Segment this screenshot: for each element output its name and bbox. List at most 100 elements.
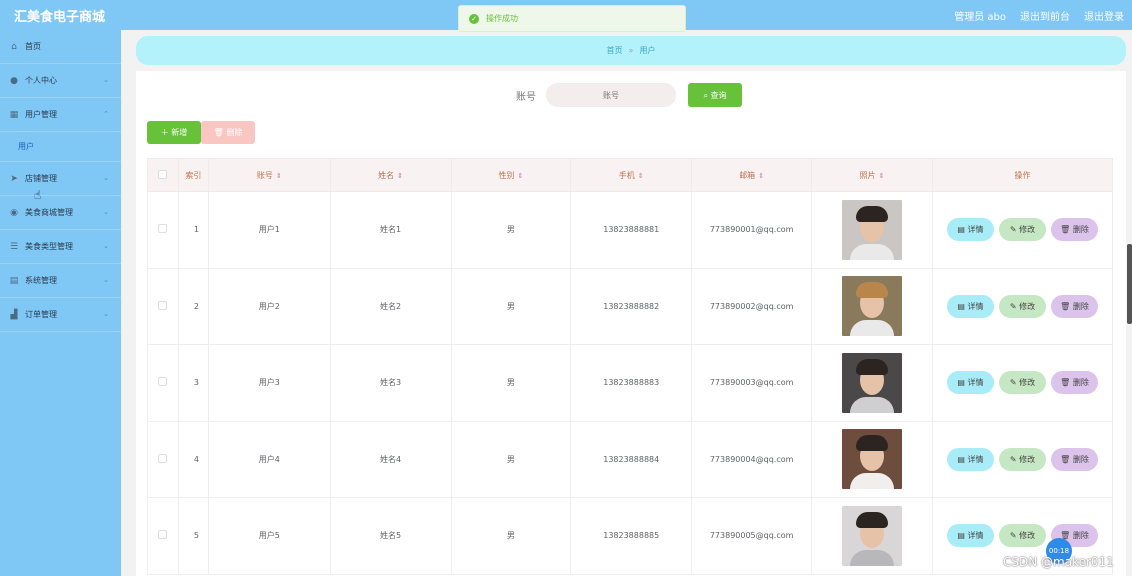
edit-button[interactable]: ✎ 修改: [998, 294, 1046, 318]
edit-button[interactable]: ✎ 修改: [998, 218, 1046, 242]
select-all-cell[interactable]: [147, 158, 179, 192]
sidebar-item-store-management[interactable]: ➤ 店铺管理 ⌄: [0, 162, 121, 196]
user-photo[interactable]: [842, 429, 903, 490]
cell-photo: [811, 191, 933, 269]
edit-button[interactable]: ✎ 修改: [998, 371, 1046, 395]
cell-gender: 男: [450, 420, 572, 498]
watermark: CSDN @maker011: [1003, 555, 1114, 569]
delete-button[interactable]: 🗑 删除: [1050, 294, 1098, 318]
send-icon: ➤: [10, 173, 18, 184]
edit-button[interactable]: ✎ 修改: [998, 524, 1046, 548]
logout-link[interactable]: 退出登录: [1084, 8, 1124, 23]
sort-icon[interactable]: ⇕: [276, 172, 282, 180]
cell-index: 5: [177, 497, 209, 575]
row-checkbox[interactable]: [158, 224, 168, 234]
column-header-account[interactable]: 账号 ⇕: [207, 158, 331, 192]
detail-button[interactable]: ▤ 详情: [946, 294, 994, 318]
sidebar-item-label: 首页: [25, 42, 41, 51]
delete-button[interactable]: 🗑 删除: [1050, 218, 1098, 242]
sidebar-item-food-type-management[interactable]: ☰ 美食类型管理 ⌄: [0, 230, 121, 264]
batch-delete-button[interactable]: 🗑 删除: [201, 121, 255, 144]
cell-account: 用户5: [207, 497, 331, 575]
main-panel: 账号 ⌕ 查询 ＋ 新增 🗑 删除 索引 账号⇕ 姓名⇕ 性别⇕ 手机⇕ 邮箱⇕: [136, 71, 1126, 576]
user-photo[interactable]: [842, 352, 903, 413]
select-all-checkbox[interactable]: [158, 169, 168, 179]
search-icon: ⌕: [703, 90, 708, 100]
vertical-scrollbar[interactable]: [1127, 244, 1132, 324]
column-header-gender[interactable]: 性别 ⇕: [450, 158, 572, 192]
cell-gender: 男: [450, 267, 572, 345]
sort-icon[interactable]: ⇕: [879, 172, 885, 180]
search-button-label: 查询: [710, 90, 727, 100]
toast-message: 操作成功: [486, 14, 518, 23]
column-header-phone[interactable]: 手机 ⇕: [570, 158, 693, 192]
cell-phone: 13823888882: [570, 267, 693, 345]
user-photo[interactable]: [842, 505, 903, 566]
sort-icon[interactable]: ⇕: [758, 172, 764, 180]
account-search-input[interactable]: [546, 83, 676, 107]
cell-account: 用户1: [207, 191, 331, 269]
user-photo[interactable]: [842, 276, 903, 337]
sidebar-item-home[interactable]: ⌂ 首页: [0, 30, 121, 64]
row-checkbox[interactable]: [158, 530, 168, 540]
cell-index: 4: [177, 420, 209, 498]
delete-button[interactable]: 🗑 删除: [1050, 371, 1098, 395]
sidebar-item-system-management[interactable]: ▤ 系统管理 ⌄: [0, 264, 121, 298]
breadcrumb-current: 用户: [639, 46, 656, 55]
sidebar-item-label: 美食商城管理: [25, 208, 73, 217]
add-button-label: 新增: [171, 128, 188, 137]
sidebar-item-food-mall-management[interactable]: ◉ 美食商城管理 ⌄: [0, 196, 121, 230]
cell-index: 2: [177, 267, 209, 345]
delete-button[interactable]: 🗑 删除: [1050, 447, 1098, 471]
cell-actions: ▤ 详情 ✎ 修改 🗑 删除: [931, 191, 1114, 269]
table-row: 4 用户4 姓名4 男 13823888884 773890004@qq.com…: [147, 420, 1114, 498]
table-row: 1 用户1 姓名1 男 13823888881 773890001@qq.com…: [147, 191, 1114, 269]
sidebar-item-label: 个人中心: [25, 76, 57, 85]
column-header-index: 索引: [177, 158, 209, 192]
search-button[interactable]: ⌕ 查询: [688, 83, 742, 107]
user-photo[interactable]: [842, 199, 903, 260]
column-header-actions: 操作: [931, 158, 1114, 192]
check-circle-icon: ✓: [469, 13, 479, 24]
detail-button[interactable]: ▤ 详情: [946, 447, 994, 471]
sort-icon[interactable]: ⇕: [638, 172, 644, 180]
row-checkbox[interactable]: [158, 377, 168, 387]
chevron-up-icon: ⌃: [103, 110, 109, 118]
chevron-down-icon: ⌄: [103, 174, 109, 182]
column-header-name[interactable]: 姓名 ⇕: [329, 158, 452, 192]
sidebar-subitem-users[interactable]: 用户: [0, 132, 121, 162]
sidebar-item-personal-center[interactable]: ● 个人中心 ⌄: [0, 64, 121, 98]
cell-photo: [811, 420, 933, 498]
row-checkbox[interactable]: [158, 300, 168, 310]
exit-to-frontend-link[interactable]: 退出到前台: [1020, 8, 1070, 23]
sort-icon[interactable]: ⇕: [517, 172, 523, 180]
detail-button[interactable]: ▤ 详情: [946, 218, 994, 242]
chevron-down-icon: ⌄: [103, 208, 109, 216]
sidebar-item-order-management[interactable]: ▟ 订单管理 ⌄: [0, 298, 121, 332]
sidebar-item-label: 美食类型管理: [25, 242, 73, 251]
cell-account: 用户4: [207, 420, 331, 498]
add-button[interactable]: ＋ 新增: [147, 121, 201, 144]
cell-gender: 男: [450, 344, 572, 422]
batch-delete-label: 删除: [226, 128, 243, 137]
breadcrumb-home[interactable]: 首页: [607, 45, 623, 56]
chevron-down-icon: ⌄: [103, 242, 109, 250]
breadcrumb-separator: »: [628, 46, 634, 55]
cell-index: 3: [177, 344, 209, 422]
sidebar-item-label: 系统管理: [25, 276, 57, 285]
row-checkbox[interactable]: [158, 453, 168, 463]
cell-account: 用户2: [207, 267, 331, 345]
column-header-email[interactable]: 邮箱 ⇕: [691, 158, 813, 192]
sidebar-item-user-management[interactable]: ▦ 用户管理 ⌃: [0, 98, 121, 132]
edit-button[interactable]: ✎ 修改: [998, 447, 1046, 471]
detail-button[interactable]: ▤ 详情: [946, 524, 994, 548]
cell-email: 773890002@qq.com: [691, 267, 813, 345]
sort-icon[interactable]: ⇕: [397, 172, 403, 180]
cell-gender: 男: [450, 191, 572, 269]
chevron-down-icon: ⌄: [103, 76, 109, 84]
column-header-photo[interactable]: 照片 ⇕: [811, 158, 933, 192]
detail-button[interactable]: ▤ 详情: [946, 371, 994, 395]
cell-email: 773890001@qq.com: [691, 191, 813, 269]
table-row: 3 用户3 姓名3 男 13823888883 773890003@qq.com…: [147, 344, 1114, 422]
table-row: 2 用户2 姓名2 男 13823888882 773890002@qq.com…: [147, 267, 1114, 345]
